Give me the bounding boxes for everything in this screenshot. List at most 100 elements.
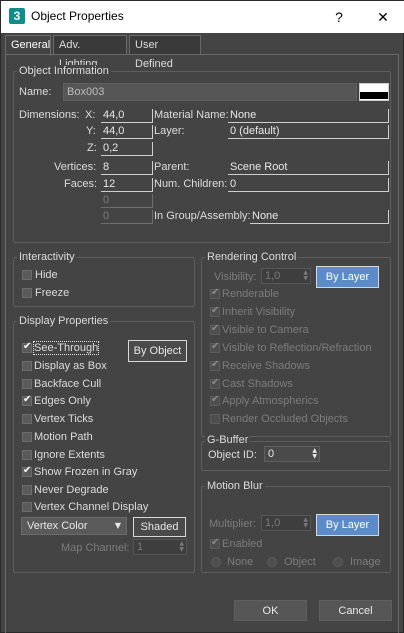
apply-atmospherics-label: Apply Atmospherics (222, 395, 319, 407)
vertices-label: Vertices: (54, 161, 97, 173)
blur-object-label: Object (284, 556, 316, 568)
display-properties-title: Display Properties (17, 315, 111, 327)
inherit-visibility-checkbox[interactable] (210, 305, 220, 317)
interactivity-title: Interactivity (17, 251, 77, 263)
spinner-arrows-icon: ▲ ▼ (303, 269, 308, 282)
name-label: Name: (19, 86, 52, 98)
blur-none-radio[interactable] (211, 557, 221, 567)
hide-checkbox[interactable] (22, 270, 32, 280)
visible-to-reflection-checkbox[interactable] (210, 341, 220, 353)
close-icon[interactable]: ✕ (365, 5, 401, 29)
ignore-extents-checkbox[interactable] (22, 450, 32, 460)
num-children-field: 0 (228, 178, 389, 192)
see-through-label: See-Through (32, 341, 100, 355)
render-occluded-label: Render Occluded Objects (222, 413, 348, 425)
object-color-swatch[interactable] (359, 83, 389, 101)
map-channel-value: 1 (137, 541, 144, 553)
blur-none-label: None (227, 556, 254, 568)
gbuffer-title: G-Buffer (205, 434, 251, 446)
receive-shadows-label: Receive Shadows (222, 360, 311, 372)
visibility-value: 1,0 (265, 270, 281, 282)
window-title: Object Properties (31, 9, 124, 23)
motion-blur-enabled-checkbox[interactable] (210, 537, 220, 549)
by-object-button[interactable]: By Object (128, 340, 187, 362)
material-name-label: Material Name: (154, 109, 229, 121)
cancel-button[interactable]: Cancel (319, 600, 392, 621)
object-information-title: Object Information (17, 65, 111, 77)
ok-button[interactable]: OK (234, 600, 307, 621)
help-icon[interactable]: ? (321, 5, 357, 29)
freeze-label: Freeze (35, 287, 70, 299)
tab-user-defined[interactable]: User Defined (129, 35, 201, 70)
material-name-field: None (228, 109, 389, 123)
visibility-spinner[interactable]: 1,0 ▲ ▼ (261, 268, 311, 284)
vertex-ticks-label: Vertex Ticks (34, 413, 94, 425)
faces-label: Faces: (64, 178, 98, 190)
vertex-ticks-checkbox[interactable] (22, 414, 32, 424)
visible-to-camera-checkbox[interactable] (210, 323, 220, 335)
x-label: X: (85, 109, 96, 121)
map-channel-spinner[interactable]: 1 ▲ ▼ (133, 539, 187, 555)
dimension-z-field: 0,2 (101, 142, 153, 156)
spinner-arrows-icon: ▲ ▼ (179, 540, 184, 553)
freeze-checkbox[interactable] (22, 288, 32, 298)
layer-label: Layer: (154, 125, 185, 137)
tab-general[interactable]: General (5, 35, 51, 56)
chevron-down-icon: ▼ (114, 521, 121, 530)
group-assembly-label: In Group/Assembly: (154, 210, 251, 222)
blur-image-label: Image (350, 556, 381, 568)
display-as-box-checkbox[interactable] (22, 361, 32, 371)
never-degrade-label: Never Degrade (34, 484, 109, 496)
render-occluded-checkbox[interactable] (210, 414, 220, 424)
z-label: Z: (87, 142, 97, 154)
multiplier-label: Multiplier: (209, 518, 257, 530)
layer-field: 0 (default) (228, 125, 389, 139)
multiplier-spinner[interactable]: 1,0 ▲ ▼ (261, 515, 311, 531)
show-frozen-gray-label: Show Frozen in Gray (34, 466, 138, 478)
never-degrade-checkbox[interactable] (22, 485, 32, 495)
apply-atmospherics-checkbox[interactable] (210, 394, 220, 406)
visible-to-reflection-label: Visible to Reflection/Refraction (222, 342, 372, 354)
show-frozen-gray-checkbox[interactable] (22, 465, 32, 477)
rendering-by-layer-button[interactable]: By Layer (316, 266, 379, 288)
parent-label: Parent: (154, 161, 190, 173)
motion-blur-by-layer-button[interactable]: By Layer (316, 514, 379, 536)
see-through-checkbox[interactable] (22, 341, 32, 353)
shaded-button[interactable]: Shaded (133, 517, 186, 537)
y-label: Y: (86, 125, 96, 137)
extra-count-field-2: 0 (101, 210, 153, 224)
multiplier-value: 1,0 (265, 517, 281, 529)
inherit-visibility-label: Inherit Visibility (222, 306, 296, 318)
app-icon: 3 (9, 8, 25, 24)
map-channel-label: Map Channel: (61, 542, 130, 554)
tab-adv-lighting[interactable]: Adv. Lighting (53, 35, 127, 70)
renderable-checkbox[interactable] (210, 287, 220, 299)
cast-shadows-label: Cast Shadows (222, 378, 293, 390)
vertex-color-dropdown[interactable]: Vertex Color ▼ (21, 517, 127, 535)
ignore-extents-label: Ignore Extents (34, 449, 105, 461)
rendering-control-title: Rendering Control (205, 251, 299, 263)
parent-field: Scene Root (228, 161, 389, 175)
receive-shadows-checkbox[interactable] (210, 359, 220, 371)
name-input[interactable]: Box003 (63, 83, 357, 101)
motion-path-label: Motion Path (34, 431, 93, 443)
edges-only-label: Edges Only (34, 395, 91, 407)
vertex-channel-display-checkbox[interactable] (22, 502, 32, 512)
extra-count-field-1: 0 (101, 194, 153, 208)
interactivity-group (13, 257, 195, 307)
object-id-value: 0 (268, 448, 275, 460)
cast-shadows-checkbox[interactable] (210, 377, 220, 389)
motion-path-checkbox[interactable] (22, 432, 32, 442)
edges-only-checkbox[interactable] (22, 394, 32, 406)
object-id-spinner[interactable]: 0 ▲ ▼ (264, 446, 320, 462)
blur-object-radio[interactable] (267, 557, 277, 567)
num-children-label: Num. Children: (154, 178, 228, 190)
object-properties-dialog: 3 Object Properties ? ✕ General Adv. Lig… (0, 0, 404, 633)
backface-cull-checkbox[interactable] (22, 379, 32, 389)
blur-image-radio[interactable] (333, 557, 343, 567)
visibility-label: Visibility: (214, 271, 257, 283)
vertices-field: 8 (101, 161, 153, 175)
hide-label: Hide (35, 269, 58, 281)
vertex-color-value: Vertex Color (27, 520, 88, 532)
title-bar: 3 Object Properties ? ✕ (1, 1, 404, 33)
